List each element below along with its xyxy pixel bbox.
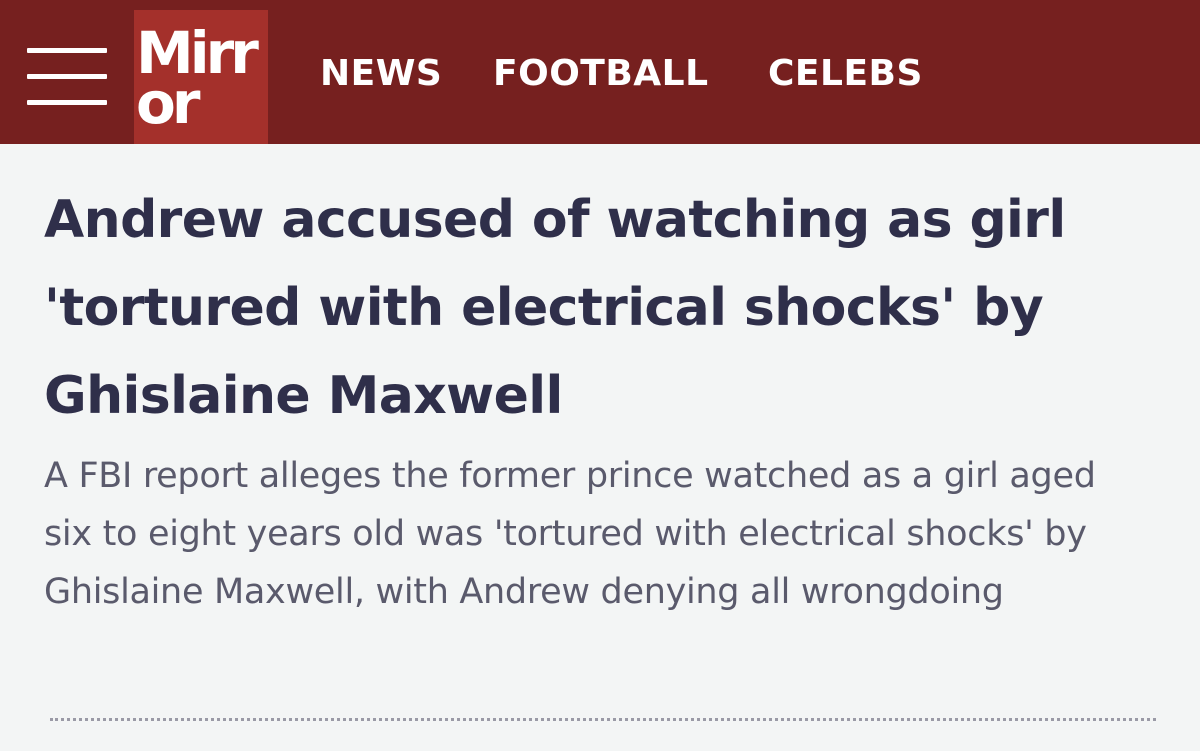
nav-news[interactable]: NEWS: [320, 52, 442, 96]
menu-line: [27, 74, 107, 79]
logo-text-line-2: or: [136, 69, 200, 137]
hamburger-menu-icon[interactable]: [27, 48, 107, 110]
top-navigation-bar: Mirr or NEWS FOOTBALL CELEBS: [0, 0, 1200, 144]
nav-celebs[interactable]: CELEBS: [768, 52, 923, 96]
menu-line: [27, 100, 107, 105]
dotted-divider: [50, 718, 1156, 721]
menu-line: [27, 48, 107, 53]
article-headline[interactable]: Andrew accused of watching as girl 'tort…: [44, 176, 1174, 440]
article-standfirst: A FBI report alleges the former prince w…: [44, 456, 1096, 612]
mirror-logo[interactable]: Mirr or: [134, 10, 268, 144]
nav-football[interactable]: FOOTBALL: [493, 52, 709, 96]
